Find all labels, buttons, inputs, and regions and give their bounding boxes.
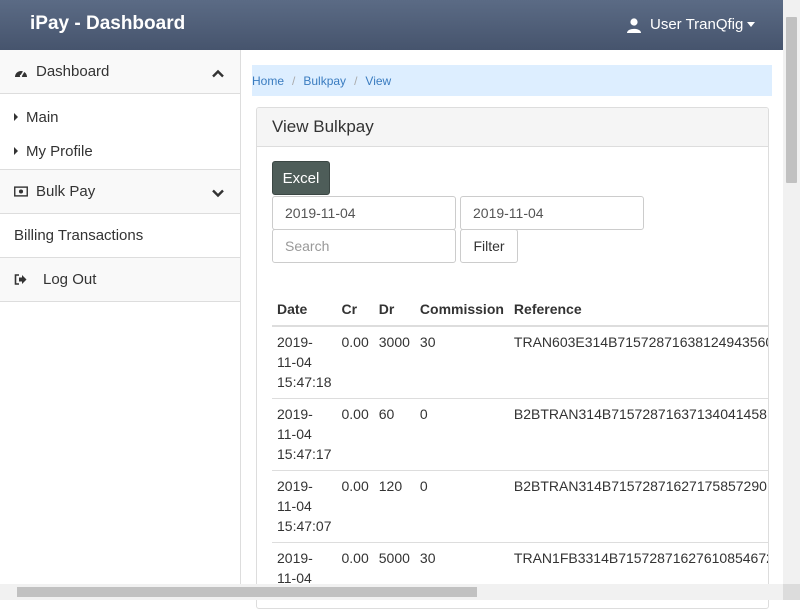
table-row: 2019- 11-04 15:47:18 0.00 3000 30 TRAN60…	[272, 326, 769, 399]
cell-date: 2019- 11-04 15:47:17	[272, 398, 337, 471]
column-header-reference[interactable]: Reference	[508, 291, 768, 327]
chevron-down-icon[interactable]	[212, 185, 224, 202]
table-row: 2019- 11-04 15:47:17 0.00 60 0 B2BTRAN31…	[272, 398, 768, 471]
date-part: 2019-	[277, 478, 313, 494]
date-part: 2019-	[277, 550, 313, 566]
cell-dr: 120	[373, 470, 415, 543]
panel-title: View Bulkpay	[257, 108, 768, 147]
time-part: 15:47:17	[277, 446, 332, 462]
chevron-up-icon[interactable]	[212, 65, 224, 82]
date-from-input[interactable]: 2019-11-04	[272, 196, 456, 230]
breadcrumb: Home / Bulkpay / View	[252, 65, 772, 96]
sidebar-item-bulk-pay[interactable]: Bulk Pay	[0, 170, 240, 214]
sidebar-item-my-profile-label: My Profile	[26, 142, 93, 160]
cell-date: 2019- 11-04 15:47:18	[272, 326, 337, 399]
user-menu[interactable]: User TranQfig	[626, 16, 756, 33]
sidebar-item-bulk-pay-label: Bulk Pay	[36, 183, 96, 200]
money-icon	[14, 185, 28, 199]
breadcrumb-bulkpay[interactable]: Bulkpay	[303, 74, 346, 88]
cell-reference: TRAN603E314B71572871638124943560	[513, 334, 769, 350]
column-header-cr[interactable]: Cr	[336, 291, 374, 327]
breadcrumb-separator: /	[354, 73, 358, 88]
cell-dr: 3000	[378, 334, 410, 350]
sidebar-item-main-label: Main	[26, 108, 59, 126]
column-header-dr[interactable]: Dr	[373, 291, 415, 327]
horizontal-scroll-thumb[interactable]	[17, 587, 477, 597]
cell-reference: B2BTRAN314B71572871627175857290	[508, 470, 768, 543]
sign-out-icon	[14, 274, 27, 285]
date-part: 2019-	[277, 334, 313, 350]
sidebar-item-my-profile[interactable]: My Profile	[0, 134, 240, 168]
table-header-row: Date Cr Dr Commission Reference	[272, 291, 768, 327]
app-brand[interactable]: iPay - Dashboard	[30, 13, 185, 35]
date-to-input[interactable]: 2019-11-04	[460, 196, 644, 230]
dashboard-icon	[14, 65, 28, 79]
cell-dr: 60	[373, 398, 415, 471]
column-header-commission[interactable]: Commission	[414, 291, 509, 327]
caret-down-icon	[747, 22, 756, 27]
sidebar-item-main[interactable]: Main	[0, 100, 240, 134]
column-header-date[interactable]: Date	[272, 291, 337, 327]
time-part: 15:47:18	[277, 374, 332, 390]
horizontal-scrollbar[interactable]	[0, 584, 783, 600]
cell-commission: 30	[419, 334, 436, 350]
breadcrumb-home[interactable]: Home	[252, 74, 284, 88]
cell-commission: 0	[414, 470, 509, 543]
sidebar-item-dashboard[interactable]: Dashboard	[0, 50, 240, 94]
view-bulkpay-panel: View Bulkpay Excel 2019-11-04 2019-11-04…	[256, 107, 769, 609]
cell-cr: 0.00	[341, 334, 369, 350]
date-part: 11-04	[277, 354, 312, 370]
vertical-scroll-thumb[interactable]	[786, 17, 797, 183]
sidebar-item-billing-transactions[interactable]: Billing Transactions	[0, 214, 240, 258]
filter-button[interactable]: Filter	[460, 229, 518, 263]
vertical-scrollbar[interactable]	[783, 0, 800, 584]
sidebar: Dashboard Main My Profile Bulk Pay Billi…	[0, 50, 241, 584]
date-part: 2019-	[277, 406, 313, 422]
time-part: 15:47:07	[277, 518, 332, 534]
search-input[interactable]: Search	[272, 229, 456, 263]
table-row: 2019- 11-04 15:47:07 0.00 120 0 B2BTRAN3…	[272, 470, 768, 543]
cell-reference: B2BTRAN314B71572871637134041458	[508, 398, 768, 471]
sidebar-item-dashboard-label: Dashboard	[36, 63, 110, 80]
user-name: User TranQfig	[650, 16, 744, 33]
cell-date: 2019- 11-04 15:47:07	[272, 470, 337, 543]
scrollbar-corner	[783, 584, 800, 600]
user-icon	[627, 17, 641, 33]
sidebar-item-log-out[interactable]: Log Out	[0, 258, 240, 302]
transactions-table: Date Cr Dr Commission Reference 2019- 11…	[272, 291, 769, 594]
date-part: 11-04	[277, 426, 312, 442]
caret-right-icon	[14, 113, 18, 121]
sidebar-dashboard-submenu: Main My Profile	[0, 94, 240, 170]
date-part: 11-04	[277, 498, 312, 514]
top-navbar: iPay - Dashboard User TranQfig	[0, 0, 783, 50]
caret-right-icon	[14, 147, 18, 155]
sidebar-item-billing-label: Billing Transactions	[14, 227, 144, 244]
cell-commission: 0	[414, 398, 509, 471]
excel-export-button[interactable]: Excel	[272, 161, 330, 195]
breadcrumb-view[interactable]: View	[365, 74, 391, 88]
breadcrumb-separator: /	[292, 73, 296, 88]
cell-cr: 0.00	[336, 470, 374, 543]
cell-cr: 0.00	[336, 398, 374, 471]
sidebar-item-log-out-label: Log Out	[43, 271, 97, 288]
